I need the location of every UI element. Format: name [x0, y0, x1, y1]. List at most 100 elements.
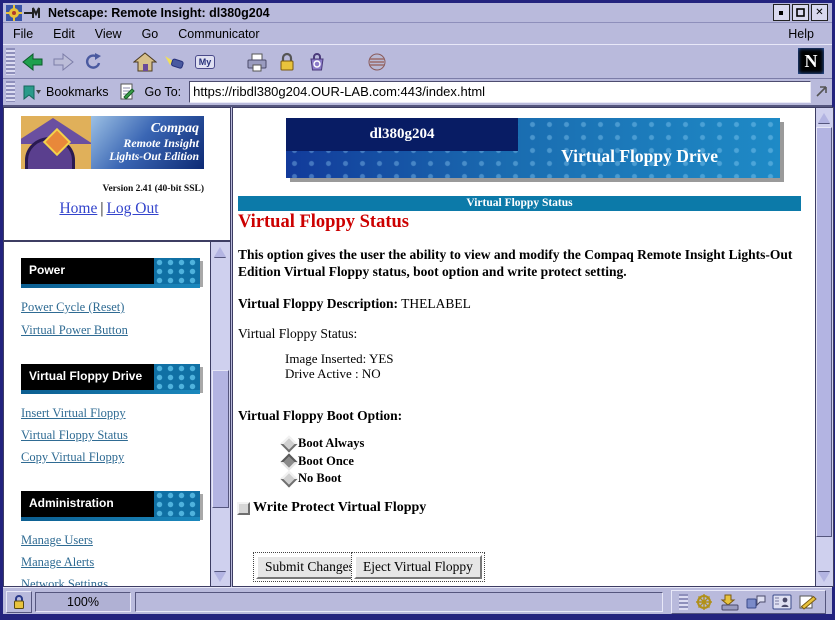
intro-paragraph: This option gives the user the ability t…: [238, 246, 800, 280]
version-label: Version 2.41 (40-bit SSL): [102, 184, 204, 194]
close-button[interactable]: ✕: [811, 4, 828, 21]
sidebar-link-manage-users[interactable]: Manage Users: [21, 533, 93, 548]
menu-view[interactable]: View: [85, 25, 132, 43]
locationbar-grip[interactable]: [6, 81, 15, 103]
menu-go[interactable]: Go: [132, 25, 169, 43]
menu-file[interactable]: File: [3, 25, 43, 43]
description-value: THELABEL: [401, 296, 471, 311]
minimize-button[interactable]: [773, 4, 790, 21]
forward-icon: [51, 52, 75, 72]
menu-edit[interactable]: Edit: [43, 25, 85, 43]
title-bar[interactable]: Netscape: Remote Insight: dl380g204 ✕: [3, 3, 832, 23]
sidebar-link-manage-alerts[interactable]: Manage Alerts: [21, 555, 94, 570]
menu-help[interactable]: Help: [778, 25, 824, 43]
sidebar-scrollbar[interactable]: [210, 242, 230, 586]
floppy-status-label: Virtual Floppy Status:: [238, 326, 357, 342]
toolbar-grip[interactable]: [6, 48, 15, 74]
discussions-icon[interactable]: [743, 593, 769, 611]
shop-button[interactable]: [302, 48, 332, 76]
reload-icon: [82, 52, 104, 72]
scroll-down-arrow[interactable]: [816, 569, 831, 584]
page-banner: dl380g204 Virtual Floppy Drive: [286, 118, 780, 178]
brand-artwork-icon: [21, 116, 91, 169]
section-header-administration: Administration: [21, 491, 200, 517]
window-pin-icon: [24, 7, 42, 19]
section-title: Administration: [29, 496, 114, 510]
floppy-status-values: Image Inserted: YES Drive Active : NO: [285, 352, 394, 381]
boot-option-label: Virtual Floppy Boot Option:: [238, 408, 402, 424]
description-label: Virtual Floppy Description:: [238, 296, 398, 311]
radio-boot-once[interactable]: Boot Once: [283, 454, 354, 469]
status-bar: 100%: [3, 587, 832, 615]
bookmarks-button[interactable]: Bookmarks: [46, 85, 109, 99]
composer-icon[interactable]: [795, 593, 821, 611]
radio-label: Boot Always: [298, 436, 364, 451]
forward-button[interactable]: [48, 48, 78, 76]
url-dropdown-button[interactable]: [814, 82, 829, 102]
write-protect-label: Write Protect Virtual Floppy: [253, 500, 426, 516]
stop-icon: [367, 52, 387, 72]
header-texture: [154, 364, 200, 390]
link-divider: |: [100, 200, 103, 217]
security-lock-icon: [276, 52, 298, 72]
home-button[interactable]: [130, 48, 160, 76]
sidebar-link-copy-virtual-floppy[interactable]: Copy Virtual Floppy: [21, 450, 124, 465]
reload-button[interactable]: [78, 48, 108, 76]
sidebar-header-frame: Compaq Remote Insight Lights-Out Edition…: [3, 107, 231, 241]
radio-label: Boot Once: [298, 454, 354, 469]
back-icon: [21, 52, 45, 72]
radio-diamond-icon-selected[interactable]: [281, 453, 298, 470]
component-bar-grip[interactable]: [679, 594, 688, 610]
sidebar-link-virtual-power-button[interactable]: Virtual Power Button: [21, 323, 128, 338]
page-heading: Virtual Floppy Status: [238, 212, 409, 233]
security-button[interactable]: [272, 48, 302, 76]
stop-button[interactable]: [362, 48, 392, 76]
window-title: Netscape: Remote Insight: dl380g204: [48, 6, 270, 20]
my-netscape-button[interactable]: My: [190, 48, 220, 76]
banner-host-box: dl380g204: [286, 118, 518, 151]
scroll-down-arrow[interactable]: [212, 569, 227, 584]
url-input[interactable]: [189, 81, 811, 103]
navigator-icon[interactable]: [691, 593, 717, 611]
bookmarks-icon: [22, 84, 42, 100]
component-bar: [671, 590, 826, 614]
main-scrollbar[interactable]: [815, 108, 833, 586]
sidebar-link-insert-virtual-floppy[interactable]: Insert Virtual Floppy: [21, 406, 126, 421]
banner-page-title: Virtual Floppy Drive: [561, 146, 718, 167]
scroll-up-arrow[interactable]: [212, 244, 227, 259]
location-page-icon[interactable]: [119, 83, 135, 100]
sidebar-link-network-settings[interactable]: Network Settings: [21, 577, 108, 587]
sidebar-link-virtual-floppy-status[interactable]: Virtual Floppy Status: [21, 428, 128, 443]
write-protect-checkbox[interactable]: [237, 502, 250, 515]
window-bottom-edge: [3, 614, 832, 617]
menu-bar: File Edit View Go Communicator Help: [3, 23, 832, 44]
print-button[interactable]: [242, 48, 272, 76]
home-link[interactable]: Home: [59, 200, 97, 217]
radio-no-boot[interactable]: No Boot: [283, 471, 341, 486]
radio-diamond-icon[interactable]: [281, 470, 298, 487]
banner-hostname: dl380g204: [369, 126, 434, 143]
my-netscape-icon: My: [195, 55, 216, 69]
status-message-area: [135, 592, 663, 612]
address-book-icon[interactable]: [769, 593, 795, 611]
netscape-logo[interactable]: N: [798, 48, 824, 74]
scroll-up-arrow[interactable]: [816, 110, 831, 125]
mailbox-icon[interactable]: [717, 593, 743, 611]
logout-link[interactable]: Log Out: [106, 200, 158, 217]
section-title: Virtual Floppy Drive: [29, 369, 142, 383]
security-status-button[interactable]: [6, 591, 32, 613]
menu-communicator[interactable]: Communicator: [168, 25, 269, 43]
sidebar-link-power-cycle[interactable]: Power Cycle (Reset): [21, 300, 124, 315]
write-protect-row[interactable]: Write Protect Virtual Floppy: [237, 500, 426, 516]
radio-diamond-icon[interactable]: [281, 435, 298, 452]
scrollbar-thumb[interactable]: [212, 370, 229, 508]
search-button[interactable]: [160, 48, 190, 76]
scrollbar-thumb[interactable]: [816, 127, 832, 537]
back-button[interactable]: [18, 48, 48, 76]
radio-boot-always[interactable]: Boot Always: [283, 436, 364, 451]
maximize-button[interactable]: [792, 4, 809, 21]
lock-icon: [12, 594, 26, 610]
submit-changes-button[interactable]: Submit Changes: [256, 555, 363, 579]
main-content-frame: dl380g204 Virtual Floppy Drive Virtual F…: [232, 107, 834, 587]
eject-virtual-floppy-button[interactable]: Eject Virtual Floppy: [354, 555, 482, 579]
